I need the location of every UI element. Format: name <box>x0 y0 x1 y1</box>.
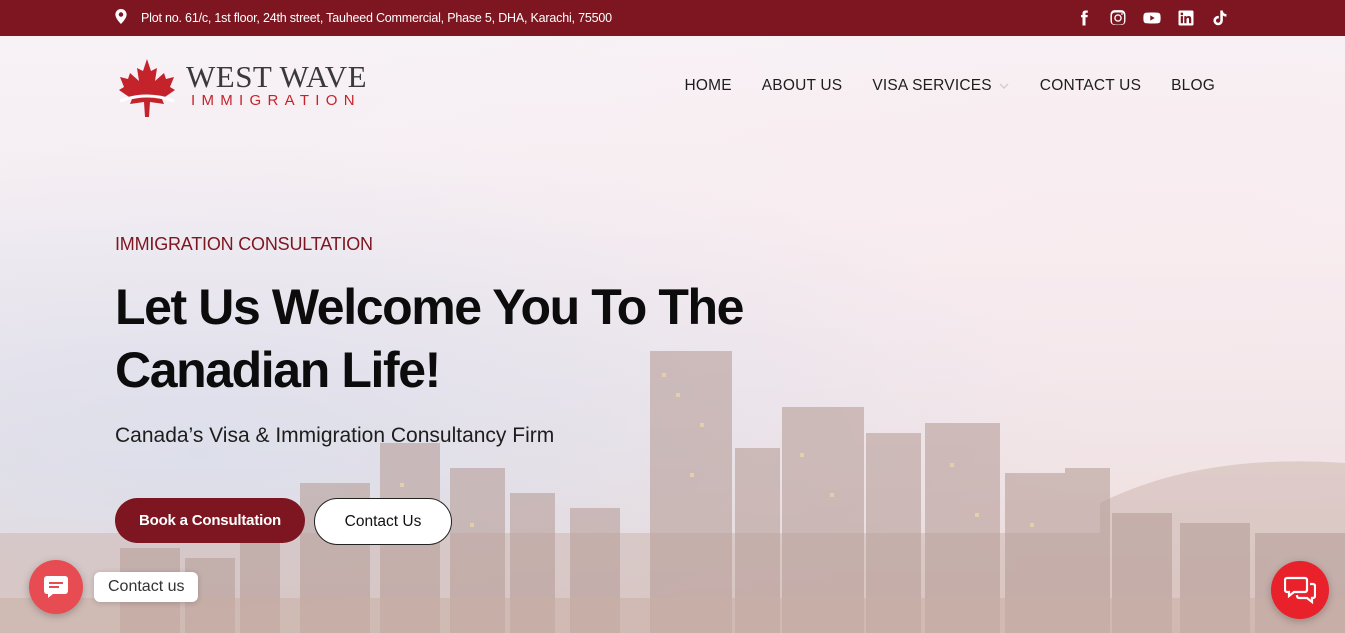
hero-headline-line2: Canadian Life! <box>115 342 441 398</box>
book-consultation-button[interactable]: Book a Consultation <box>115 498 305 543</box>
message-icon <box>44 576 68 598</box>
contact-widget-label[interactable]: Contact us <box>94 572 199 602</box>
hero-headline: Let Us Welcome You To The Canadian Life! <box>115 276 815 402</box>
chat-bubbles-icon <box>1284 576 1316 605</box>
live-chat-button[interactable] <box>1271 561 1329 619</box>
site-logo[interactable]: WEST WAVE IMMIGRATION <box>116 57 381 119</box>
chevron-down-icon <box>999 83 1009 89</box>
instagram-icon[interactable] <box>1108 9 1127 28</box>
social-links <box>1074 0 1229 36</box>
main-nav: HOME ABOUT US VISA SERVICES CONTACT US B… <box>684 72 1215 100</box>
contact-widget-button[interactable] <box>29 560 83 614</box>
nav-item-about-us[interactable]: ABOUT US <box>762 72 843 100</box>
nav-item-home[interactable]: HOME <box>684 72 731 100</box>
logo-line2: IMMIGRATION <box>191 92 361 109</box>
nav-item-contact-us[interactable]: CONTACT US <box>1040 72 1141 100</box>
address-text: Plot no. 61/c, 1st floor, 24th street, T… <box>141 11 612 25</box>
youtube-icon[interactable] <box>1142 9 1161 28</box>
facebook-icon[interactable] <box>1074 9 1093 28</box>
top-bar: Plot no. 61/c, 1st floor, 24th street, T… <box>0 0 1345 36</box>
logo-wordmark: WEST WAVE IMMIGRATION <box>186 61 367 109</box>
hero-headline-line1: Let Us Welcome You To The <box>115 279 744 335</box>
address-block: Plot no. 61/c, 1st floor, 24th street, T… <box>115 0 612 36</box>
maple-leaf-icon <box>119 59 175 117</box>
nav-item-visa-services[interactable]: VISA SERVICES <box>872 72 1009 100</box>
linkedin-icon[interactable] <box>1176 9 1195 28</box>
nav-item-blog[interactable]: BLOG <box>1171 72 1215 100</box>
logo-line1: WEST WAVE <box>186 59 368 94</box>
nav-item-label: VISA SERVICES <box>872 77 992 94</box>
contact-us-button[interactable]: Contact Us <box>314 498 452 545</box>
tiktok-icon[interactable] <box>1210 9 1229 28</box>
hero-subheading: Canada’s Visa & Immigration Consultancy … <box>115 424 555 447</box>
map-pin-icon <box>115 9 127 27</box>
hero-eyebrow: IMMIGRATION CONSULTATION <box>115 234 373 254</box>
